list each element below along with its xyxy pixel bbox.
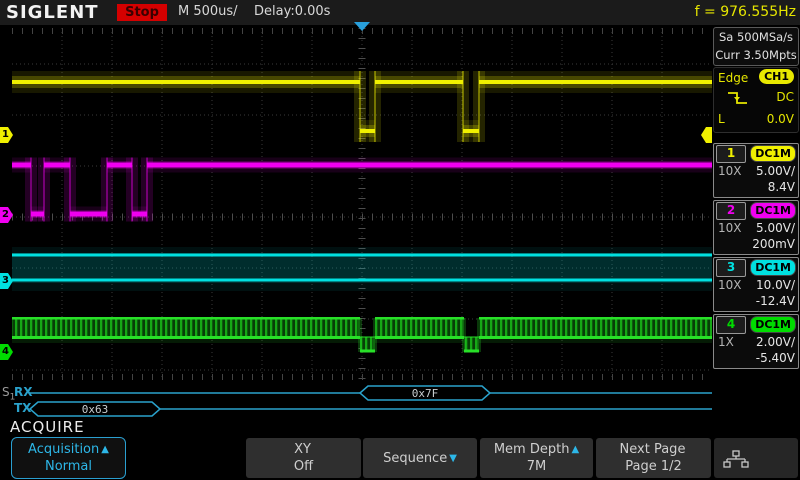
channel2-offset: 200mV [752,236,795,252]
timebase-readout[interactable]: M 500us/ [178,4,238,19]
memory-points: Curr 3.50Mpts [714,46,798,64]
button-label: Sequence [383,451,447,466]
channel4-offset: -5.40V [756,350,795,366]
button-label: Mem Depth [494,442,570,457]
trigger-info-box[interactable]: Edge CH1 DC L 0.0V [713,67,799,133]
channel1-scale: 5.00V/ [756,163,795,179]
button-sublabel: Normal [12,458,125,475]
channel2-info-box[interactable]: 2 DC1M 10X 5.00V/ 200mV [713,200,799,255]
trigger-mode: Edge [718,71,748,85]
channel2-coupling-badge: DC1M [750,202,796,219]
menu-button-acquisition[interactable]: Acquisition▲ Normal [11,437,126,479]
header-bar: SIGLENT Stop M 500us/ Delay:0.00s f = 97… [0,0,800,25]
run-state-badge[interactable]: Stop [117,4,167,21]
channel1-info-box[interactable]: 1 DC1M 10X 5.00V/ 8.4V [713,143,799,198]
trigger-level-value: 0.0V [767,111,794,127]
decode-rx-label: RX [14,385,33,399]
channel3-offset: -12.4V [756,293,795,309]
brand-logo: SIGLENT [6,2,99,23]
arrow-down-icon: ▼ [449,453,457,464]
channel2-number: 2 [716,202,746,220]
sample-rate: Sa 500MSa/s [714,28,798,46]
frequency-counter: f = 976.555Hz [695,4,796,20]
button-sublabel: 7M [480,458,593,475]
arrow-up-icon: ▲ [101,444,109,455]
channel3-number: 3 [716,259,746,277]
channel1-coupling-badge: DC1M [750,145,796,162]
sidebar: Sa 500MSa/s Curr 3.50Mpts Edge CH1 DC L … [712,25,800,435]
channel3-info-box[interactable]: 3 DC1M 10X 10.0V/ -12.4V [713,257,799,312]
button-label: XY [294,442,311,457]
channel1-number: 1 [716,145,746,163]
menu-button-xy[interactable]: XY Off [246,438,361,478]
channel2-scale: 5.00V/ [756,220,795,236]
decode-rx-value: 0x7F [360,387,490,401]
menu-button-sequence[interactable]: Sequence▼ [363,438,477,478]
channel1-probe: 10X [718,164,742,178]
menu-button-next-page[interactable]: Next Page Page 1/2 [596,438,711,478]
channel2-probe: 10X [718,221,742,235]
channel3-coupling-badge: DC1M [750,259,796,276]
delay-readout[interactable]: Delay:0.00s [254,4,330,19]
button-sublabel: Off [246,458,361,475]
channel4-scale: 2.00V/ [756,334,795,350]
channel1-offset: 8.4V [768,179,795,195]
oscilloscope-screen: SIGLENT Stop M 500us/ Delay:0.00s f = 97… [0,0,800,480]
button-sublabel: Page 1/2 [596,458,711,475]
falling-edge-icon [726,89,750,107]
acquisition-info-box: Sa 500MSa/s Curr 3.50Mpts [713,27,799,66]
channel4-info-box[interactable]: 4 DC1M 1X 2.00V/ -5.40V [713,314,799,369]
button-label: Next Page [620,442,686,457]
menu-slot-network[interactable] [714,438,798,478]
channel4-number: 4 [716,316,746,334]
decode-tx-value: 0x63 [30,403,160,417]
menu-title: ACQUIRE [10,418,85,436]
trigger-source-badge: CH1 [759,69,794,84]
menu-bar: Acquisition▲ Normal XY Off Sequence▼ Mem… [0,435,800,480]
channel4-probe: 1X [718,335,734,349]
lan-network-icon [722,450,750,470]
channel3-scale: 10.0V/ [756,277,795,293]
decode-tx-label: TX [14,401,31,415]
channel4-coupling-badge: DC1M [750,316,796,333]
trigger-level-label: L [718,112,725,126]
channel3-probe: 10X [718,278,742,292]
trigger-coupling: DC [776,89,794,105]
arrow-up-icon: ▲ [571,444,579,455]
menu-button-mem-depth[interactable]: Mem Depth▲ 7M [480,438,593,478]
button-label: Acquisition [28,442,99,457]
